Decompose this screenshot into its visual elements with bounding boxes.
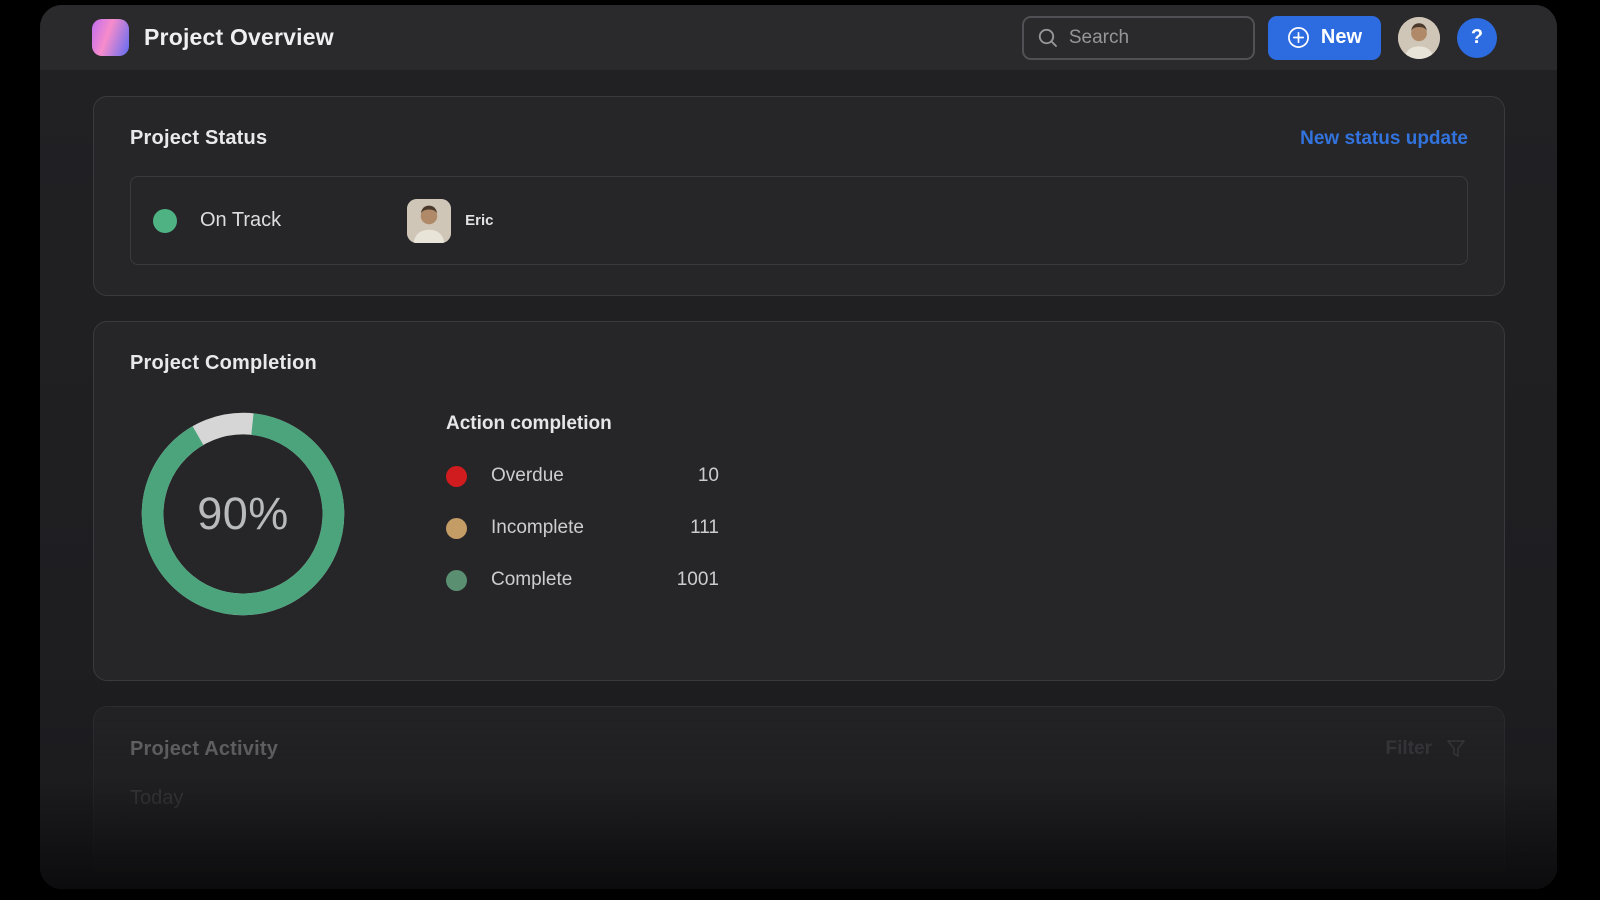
donut-center-label: 90%	[130, 401, 356, 627]
status-row: On Track Eric	[130, 176, 1468, 265]
legend-row-complete: Complete 1001	[446, 569, 719, 591]
legend-row-overdue: Overdue 10	[446, 465, 719, 487]
legend-value: 10	[649, 465, 719, 487]
filter-button[interactable]: Filter	[1386, 737, 1468, 761]
project-status-card: Project Status New status update On Trac…	[93, 96, 1505, 296]
user-avatar[interactable]	[1398, 17, 1440, 59]
filter-funnel-icon	[1444, 737, 1468, 761]
legend-label: Incomplete	[491, 517, 649, 539]
legend-label: Complete	[491, 569, 649, 591]
search-input[interactable]	[1069, 27, 1240, 49]
complete-dot-icon	[446, 570, 467, 591]
search-field	[1022, 16, 1255, 60]
completion-donut-chart: 90%	[130, 401, 356, 627]
help-button[interactable]: ?	[1457, 18, 1497, 58]
filter-label: Filter	[1386, 738, 1432, 760]
owner-avatar	[407, 199, 451, 243]
completion-legend: Action completion Overdue 10 Incomplete …	[446, 401, 719, 627]
new-button-label: New	[1321, 26, 1362, 49]
user-avatar-image	[1398, 17, 1440, 59]
legend-title: Action completion	[446, 413, 719, 435]
new-button[interactable]: New	[1268, 16, 1381, 60]
legend-row-incomplete: Incomplete 111	[446, 517, 719, 539]
overdue-dot-icon	[446, 466, 467, 487]
top-bar: Project Overview New	[40, 5, 1557, 70]
owner-name: Eric	[465, 212, 493, 229]
search-icon	[1037, 27, 1059, 49]
status-dot-icon	[153, 209, 177, 233]
owner-avatar-image	[407, 199, 451, 243]
app-logo-icon	[92, 19, 129, 56]
status-card-title: Project Status	[130, 127, 267, 150]
app-window: Project Overview New	[40, 5, 1557, 889]
legend-value: 1001	[649, 569, 719, 591]
page-title: Project Overview	[144, 24, 334, 51]
incomplete-dot-icon	[446, 518, 467, 539]
plus-circle-icon	[1287, 26, 1310, 49]
activity-card-title: Project Activity	[130, 738, 278, 761]
project-completion-card: Project Completion 90% Action completion…	[93, 321, 1505, 681]
status-label: On Track	[200, 209, 281, 232]
legend-label: Overdue	[491, 465, 649, 487]
legend-value: 111	[649, 517, 719, 539]
new-status-update-link[interactable]: New status update	[1300, 128, 1468, 150]
activity-group-label: Today	[130, 787, 1468, 810]
project-activity-card: Project Activity Filter Today	[93, 706, 1505, 889]
main-content: Project Status New status update On Trac…	[40, 70, 1557, 889]
completion-card-title: Project Completion	[130, 352, 1468, 375]
